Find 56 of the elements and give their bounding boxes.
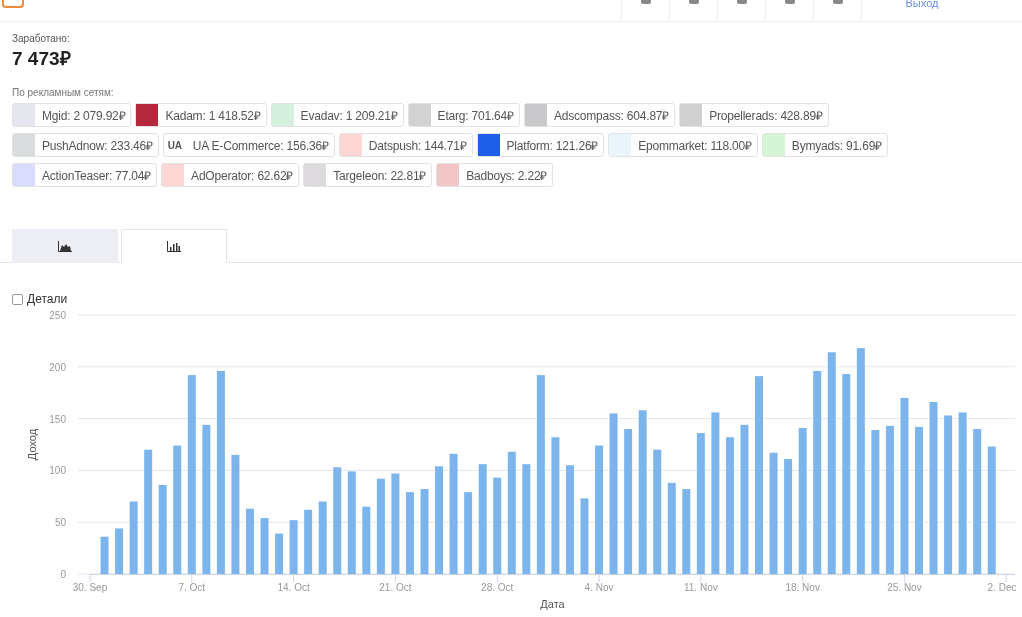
toolbar-icon[interactable] [832, 0, 843, 4]
y-tick-label: 100 [49, 465, 66, 477]
bar [275, 533, 284, 574]
network-chip[interactable]: Adscompass: 604.87₽ [523, 103, 676, 127]
network-chip[interactable]: UA UA E-Commerce: 156.36₽ [162, 133, 335, 157]
x-tick-label: 28. Oct [481, 582, 514, 593]
networks-label: По рекламным сетям: [11, 86, 115, 100]
network-chip[interactable]: Propellerads: 428.89₽ [679, 103, 829, 127]
network-chip[interactable]: AdOperator: 62.62₽ [161, 163, 300, 187]
network-chip[interactable]: Etarg: 701.64₽ [407, 103, 520, 127]
bar [362, 506, 371, 574]
network-chip[interactable]: Kadam: 1 418.52₽ [135, 103, 267, 127]
y-tick-label: 150 [49, 413, 66, 425]
details-label: Детали [27, 292, 68, 306]
toolbar-icon[interactable] [688, 0, 699, 4]
y-tick-label: 0 [60, 569, 66, 580]
network-chip[interactable]: PushAdnow: 233.46₽ [12, 133, 159, 157]
network-chip[interactable]: Platform: 121.26₽ [476, 133, 605, 157]
bar-chart-icon [167, 240, 181, 252]
x-tick-label: 4. Nov [584, 582, 614, 593]
x-tick-label: 18. Nov [785, 582, 820, 593]
bar [246, 508, 254, 574]
x-tick-label: 30. Sep [72, 582, 108, 593]
x-tick-label: 25. Nov [887, 582, 922, 593]
earnings-label: Заработано: [12, 33, 71, 44]
x-tick-label: 7. Oct [178, 582, 206, 593]
x-tick-label: 14. Oct [277, 582, 310, 593]
toolbar-icon[interactable] [640, 0, 651, 4]
logo-icon[interactable] [2, 0, 24, 8]
network-chip[interactable]: Badboys: 2.22₽ [436, 163, 554, 187]
network-chip[interactable]: Evadav: 1 209.21₽ [270, 103, 404, 127]
details-checkbox[interactable] [12, 293, 23, 305]
toolbar-icon[interactable] [784, 0, 795, 4]
y-axis-title: Доход [26, 428, 38, 461]
bar [289, 520, 298, 574]
network-chip[interactable]: Epommarket: 118.00₽ [608, 133, 758, 157]
x-tick-label: 21. Oct [379, 582, 412, 593]
network-chip[interactable]: ActionTeaser: 77.04₽ [12, 163, 158, 187]
network-chip[interactable]: Mgid: 2 079.92₽ [12, 103, 132, 127]
network-chip[interactable]: Targeleon: 22.81₽ [303, 163, 433, 187]
bar [115, 528, 124, 574]
area-chart-icon [58, 240, 72, 252]
y-tick-label: 200 [49, 361, 66, 373]
earnings-total: 7 473₽ [12, 47, 72, 71]
chart-tab[interactable] [12, 229, 118, 263]
y-tick-label: 250 [49, 310, 66, 321]
toolbar-icon[interactable] [736, 0, 747, 4]
x-tick-label: 11. Nov [684, 582, 718, 593]
bar [304, 509, 313, 574]
network-chip[interactable]: Datspush: 144.71₽ [338, 133, 473, 157]
bar [260, 518, 269, 574]
bar [100, 536, 109, 574]
x-axis-title: Дата [540, 598, 565, 610]
network-chip[interactable]: Bymyads: 91.69₽ [761, 133, 888, 157]
x-tick-label: 2. Dec [987, 582, 1017, 593]
y-tick-label: 50 [54, 517, 66, 529]
